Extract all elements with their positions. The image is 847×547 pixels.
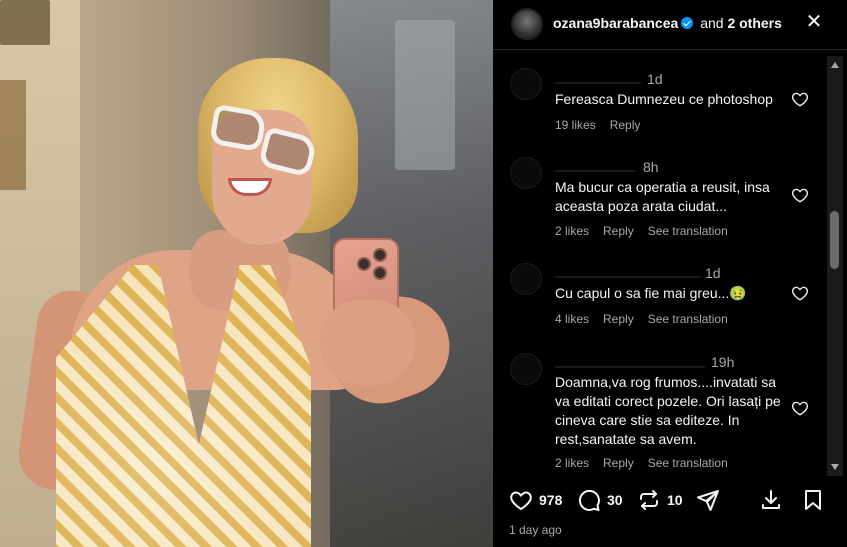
comments-panel: ozana9barabancea and 2 others ✕ 1d Ferea… [493, 0, 847, 547]
comment-time: 8h [643, 159, 659, 175]
photo-hand [320, 300, 415, 385]
share-button[interactable] [696, 488, 720, 512]
repost-count: 10 [667, 492, 683, 508]
comment-button[interactable]: 30 [577, 488, 623, 512]
heart-icon[interactable] [791, 186, 809, 204]
avatar[interactable] [510, 157, 542, 189]
post-photo[interactable] [0, 0, 493, 547]
comment-meta: 19 likes Reply [555, 118, 654, 132]
avatar[interactable] [510, 68, 542, 100]
post-header: ozana9barabancea and 2 others ✕ [493, 0, 847, 50]
photo-frame [0, 80, 26, 190]
comment-username[interactable] [555, 72, 641, 84]
comment-likes[interactable]: 2 likes [555, 456, 589, 470]
post-author[interactable]: ozana9barabancea and 2 others [553, 15, 782, 31]
comment-username[interactable] [555, 266, 701, 278]
comment-icon [577, 488, 601, 512]
reply-button[interactable]: Reply [610, 118, 641, 132]
scroll-down-icon[interactable] [831, 464, 839, 470]
reply-button[interactable]: Reply [603, 456, 634, 470]
scroll-up-icon[interactable] [831, 62, 839, 68]
scrollbar-thumb[interactable] [830, 211, 839, 269]
verified-icon [681, 17, 694, 29]
download-icon [759, 488, 783, 512]
comment-meta: 2 likes Reply See translation [555, 224, 742, 238]
send-icon [696, 488, 720, 512]
heart-icon [509, 488, 533, 512]
bookmark-icon [801, 488, 825, 512]
comment-username[interactable] [555, 356, 705, 368]
comment-text: Ma bucur ca operatia a reusit, insa acea… [555, 179, 770, 214]
author-username[interactable]: ozana9barabancea [553, 15, 678, 31]
comment-likes[interactable]: 19 likes [555, 118, 596, 132]
avatar[interactable] [510, 353, 542, 385]
repost-button[interactable]: 10 [637, 488, 683, 512]
post-actions: 978 30 10 [493, 482, 847, 522]
close-icon[interactable]: ✕ [803, 11, 825, 33]
like-count: 978 [539, 492, 563, 508]
avatar[interactable] [510, 263, 542, 295]
reply-button[interactable]: Reply [603, 312, 634, 326]
comment-time: 19h [711, 354, 735, 370]
comment-meta: 4 likes Reply See translation [555, 312, 742, 326]
others-link[interactable]: 2 others [727, 15, 781, 31]
comment-text: Doamna,va rog frumos....invatati sa va e… [555, 374, 781, 447]
download-button[interactable] [759, 488, 783, 512]
comment-likes[interactable]: 4 likes [555, 312, 589, 326]
avatar[interactable] [511, 8, 543, 40]
reply-button[interactable]: Reply [603, 224, 634, 238]
like-button[interactable]: 978 [509, 488, 562, 512]
comment-time: 1d [647, 71, 663, 87]
see-translation-link[interactable]: See translation [648, 456, 728, 470]
heart-icon[interactable] [791, 399, 809, 417]
scrollbar[interactable] [827, 56, 843, 476]
photo-frame [0, 0, 50, 45]
comment-list: 1d Fereasca Dumnezeu ce photoshop 19 lik… [493, 55, 829, 475]
comment-username[interactable] [555, 160, 635, 172]
comment-count: 30 [607, 492, 623, 508]
comment-text: Fereasca Dumnezeu ce photoshop [555, 91, 773, 107]
see-translation-link[interactable]: See translation [648, 312, 728, 326]
repost-icon [637, 488, 661, 512]
comment-meta: 2 likes Reply See translation [555, 456, 742, 470]
photo-light [395, 20, 455, 170]
comment-likes[interactable]: 2 likes [555, 224, 589, 238]
post-timestamp: 1 day ago [509, 523, 562, 537]
and-label: and [700, 15, 724, 31]
heart-icon[interactable] [791, 284, 809, 302]
save-button[interactable] [801, 488, 825, 512]
comment-text: Cu capul o sa fie mai greu...🤢 [555, 285, 747, 301]
comment-time: 1d [705, 265, 721, 281]
heart-icon[interactable] [791, 90, 809, 108]
see-translation-link[interactable]: See translation [648, 224, 728, 238]
